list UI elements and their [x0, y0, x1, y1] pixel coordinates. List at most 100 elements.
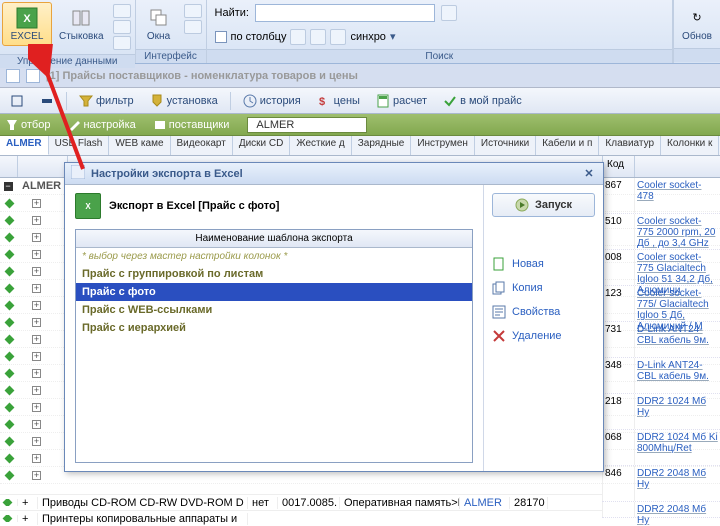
group-search-label: Поиск	[207, 49, 672, 63]
search-label: Найти:	[215, 7, 249, 19]
windows-label: Окна	[147, 31, 170, 42]
col-desc-header	[634, 156, 720, 177]
small-btn-2[interactable]	[113, 20, 131, 34]
tab-клавиатур[interactable]: Клавиатур	[599, 136, 661, 155]
tab-web каме[interactable]: WEB каме	[109, 136, 170, 155]
new-icon	[492, 257, 506, 271]
tab-колонки к[interactable]: Колонки к	[661, 136, 719, 155]
dock-label: Стыковка	[59, 31, 104, 42]
collapse-button[interactable]	[36, 92, 58, 110]
dialog-heading: X Экспорт в Excel [Прайс с фото]	[75, 193, 473, 219]
svg-text:$: $	[319, 96, 325, 108]
small-buttons	[111, 2, 133, 52]
list-item[interactable]: Прайс с группировкой по листам	[76, 265, 472, 283]
iface-btn-1[interactable]	[184, 4, 202, 18]
table-row[interactable]: 218DDR2 1024 Мб Hy	[602, 394, 720, 430]
opt-icon-1[interactable]	[290, 29, 306, 45]
sync-dropdown-icon[interactable]: ▾	[390, 30, 396, 43]
tab-инструмен[interactable]: Инструмен	[411, 136, 475, 155]
toolbar: фильтр установка история $цены расчет в …	[0, 88, 720, 114]
sync-icon[interactable]	[330, 29, 346, 45]
table-row[interactable]: 867Cooler socket-478	[602, 178, 720, 214]
small-btn-1[interactable]	[113, 4, 131, 18]
small-btn-3[interactable]	[113, 36, 131, 50]
ribbon-group-right: ↻Обнов	[673, 0, 720, 63]
dock-icon	[70, 7, 92, 29]
grid-right-panel: Код 867Cooler socket-478510Cooler socket…	[602, 156, 720, 518]
tab-зарядные[interactable]: Зарядные	[352, 136, 412, 155]
table-row[interactable]: 731D-Link ANT24-CBL кабель 9м.	[602, 322, 720, 358]
select-filter[interactable]: отбор	[6, 119, 50, 131]
category-tabs: ALMERUSB FlashWEB камеВидеокартДиски CDЖ…	[0, 136, 720, 156]
search-input[interactable]	[255, 4, 435, 22]
install-button[interactable]: установка	[146, 92, 222, 110]
excel-export-button[interactable]: X EXCEL	[2, 2, 52, 46]
dialog-title: Настройки экспорта в Excel	[91, 168, 243, 180]
list-item[interactable]: Прайс с фото	[76, 283, 472, 301]
windows-button[interactable]: Окна	[138, 2, 180, 46]
by-column-checkbox[interactable]	[215, 31, 227, 43]
table-row[interactable]: 008Cooler socket-775 Glacialtech Igloo 5…	[602, 250, 720, 286]
tab-almer[interactable]: ALMER	[0, 136, 49, 155]
opt-icon-2[interactable]	[310, 29, 326, 45]
filter-bar: отбор настройка поставщики ALMER	[0, 114, 720, 136]
run-button[interactable]: Запуск	[492, 193, 595, 217]
win-icon-1[interactable]	[6, 69, 20, 83]
col-code-header: Код	[602, 156, 634, 177]
supplier-field[interactable]: ALMER	[247, 117, 367, 133]
copy-template-button[interactable]: Копия	[492, 281, 595, 295]
tab-usb flash[interactable]: USB Flash	[49, 136, 110, 155]
svg-text:X: X	[23, 13, 31, 25]
delete-template-button[interactable]: Удаление	[492, 329, 595, 343]
iface-small-buttons	[182, 2, 204, 46]
win-icon-2[interactable]	[26, 69, 40, 83]
setup-filter[interactable]: настройка	[68, 119, 135, 131]
excel-label: EXCEL	[11, 31, 44, 42]
dialog-icon	[71, 165, 85, 182]
search-go-icon[interactable]	[441, 5, 457, 21]
table-row[interactable]: 348D-Link ANT24-CBL кабель 9м.	[602, 358, 720, 394]
ribbon-group-interface: Окна Интерфейс	[136, 0, 207, 63]
ribbon-group-data: X EXCEL Стыковка Управление данными	[0, 0, 136, 63]
close-icon[interactable]: ✕	[581, 166, 597, 182]
filter-button[interactable]: фильтр	[75, 92, 138, 110]
dock-button[interactable]: Стыковка	[54, 2, 109, 46]
table-row[interactable]: 510Cooler socket-775 2000 rpm, 20 Дб , д…	[602, 214, 720, 250]
group-data-label: Управление данными	[0, 54, 135, 68]
iface-btn-2[interactable]	[184, 20, 202, 34]
excel-icon: X	[75, 193, 101, 219]
dialog-sidebar: Запуск Новая Копия Свойства Удаление	[483, 185, 603, 471]
group-interface-label: Интерфейс	[136, 49, 206, 63]
table-row[interactable]: 123Cooler socket-775/ Glacialtech Igloo …	[602, 286, 720, 322]
refresh-icon: ↻	[686, 7, 708, 29]
template-listbox[interactable]: Наименование шаблона экспорта * выбор че…	[75, 229, 473, 463]
tab-источники[interactable]: Источники	[475, 136, 536, 155]
tab-кабели и п[interactable]: Кабели и п	[536, 136, 599, 155]
table-row[interactable]: 846DDR2 2048 Мб Hy	[602, 466, 720, 502]
calc-button[interactable]: расчет	[372, 92, 431, 110]
table-row[interactable]: + Приводы CD-ROM CD-RW DVD-ROM D нет 001…	[0, 494, 602, 510]
tab-жесткие д[interactable]: Жесткие д	[290, 136, 351, 155]
myprice-button[interactable]: в мой прайс	[439, 92, 526, 110]
windows-icon	[148, 7, 170, 29]
dialog-title-bar[interactable]: Настройки экспорта в Excel ✕	[65, 163, 603, 185]
table-row[interactable]: + Принтеры копировальные аппараты и	[0, 510, 602, 526]
prices-button[interactable]: $цены	[313, 92, 364, 110]
refresh-button[interactable]: ↻Обнов	[676, 2, 718, 46]
delete-icon	[492, 329, 506, 343]
table-row[interactable]: 068DDR2 1024 Мб Ki 800Mhц/Ret	[602, 430, 720, 466]
new-template-button[interactable]: Новая	[492, 257, 595, 271]
props-template-button[interactable]: Свойства	[492, 305, 595, 319]
excel-icon: X	[16, 7, 38, 29]
tab-диски cd[interactable]: Диски CD	[233, 136, 291, 155]
lower-grid: + Приводы CD-ROM CD-RW DVD-ROM D нет 001…	[0, 494, 602, 526]
list-item[interactable]: Прайс с WEB-ссылками	[76, 301, 472, 319]
sync-label: синхро	[350, 31, 385, 43]
list-header: Наименование шаблона экспорта	[76, 230, 472, 248]
list-item[interactable]: Прайс с иерархией	[76, 319, 472, 337]
tab-видеокарт[interactable]: Видеокарт	[171, 136, 233, 155]
history-button[interactable]: история	[239, 92, 305, 110]
expand-button[interactable]	[6, 92, 28, 110]
suppliers-dropdown[interactable]: поставщики	[154, 119, 230, 131]
play-icon	[515, 198, 529, 212]
